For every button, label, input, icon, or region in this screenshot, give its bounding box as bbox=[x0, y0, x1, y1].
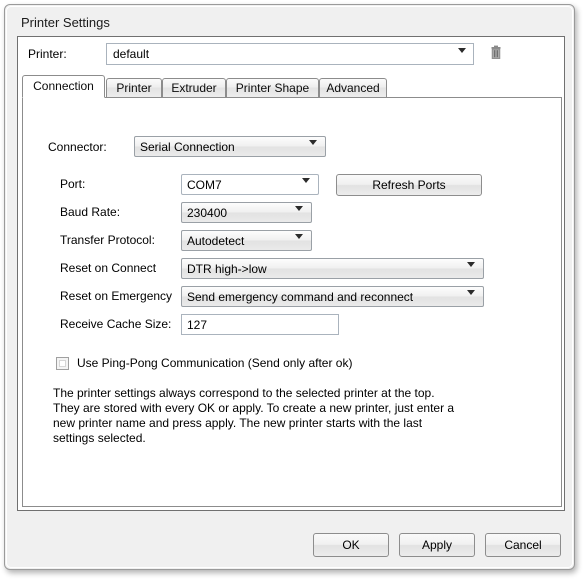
dialog-inner-frame: Printer Settings Printer: default Connec… bbox=[6, 6, 573, 568]
transfer-protocol-combobox[interactable]: Autodetect bbox=[181, 230, 312, 253]
baud-rate-label: Baud Rate: bbox=[60, 205, 121, 219]
refresh-ports-button[interactable]: Refresh Ports bbox=[336, 174, 482, 196]
chevron-down-icon bbox=[309, 140, 317, 159]
printer-combobox[interactable]: default bbox=[106, 43, 474, 67]
connection-tab-panel: Connector: Serial Connection Port: COM7 … bbox=[22, 97, 562, 507]
baud-rate-combobox[interactable]: 230400 bbox=[181, 202, 312, 225]
cancel-button[interactable]: Cancel bbox=[485, 533, 561, 557]
reset-on-emergency-combobox[interactable]: Send emergency command and reconnect bbox=[181, 286, 484, 309]
receive-cache-size-label: Receive Cache Size: bbox=[60, 317, 172, 331]
tab-printer[interactable]: Printer bbox=[106, 78, 162, 97]
tab-advanced[interactable]: Advanced bbox=[319, 78, 387, 97]
printer-selection-row: Printer: default bbox=[18, 37, 566, 73]
port-value: COM7 bbox=[187, 178, 222, 192]
tabstrip: Connection Printer Extruder Printer Shap… bbox=[22, 75, 562, 98]
apply-button[interactable]: Apply bbox=[399, 533, 475, 557]
reset-on-connect-value: DTR high->low bbox=[187, 262, 267, 276]
chevron-down-icon bbox=[302, 178, 310, 197]
dialog-footer: OK Apply Cancel bbox=[17, 517, 565, 565]
printer-label: Printer: bbox=[28, 47, 67, 61]
chevron-down-icon bbox=[467, 262, 475, 281]
dialog-title: Printer Settings bbox=[21, 15, 110, 30]
transfer-protocol-label: Transfer Protocol: bbox=[60, 233, 155, 247]
reset-on-connect-label: Reset on Connect bbox=[60, 261, 157, 275]
chevron-down-icon bbox=[458, 48, 466, 67]
port-label: Port: bbox=[60, 177, 86, 191]
chevron-down-icon bbox=[295, 206, 303, 225]
chevron-down-icon bbox=[295, 234, 303, 253]
connector-combobox[interactable]: Serial Connection bbox=[134, 136, 326, 159]
connector-value: Serial Connection bbox=[140, 140, 235, 154]
tab-printer-shape[interactable]: Printer Shape bbox=[226, 78, 319, 97]
reset-on-emergency-value: Send emergency command and reconnect bbox=[187, 290, 414, 304]
delete-printer-button[interactable] bbox=[484, 43, 508, 65]
ping-pong-checkbox[interactable] bbox=[56, 357, 69, 370]
reset-on-connect-combobox[interactable]: DTR high->low bbox=[181, 258, 484, 281]
receive-cache-size-input[interactable]: 127 bbox=[181, 314, 339, 335]
trash-icon bbox=[491, 45, 501, 59]
receive-cache-size-value: 127 bbox=[187, 318, 208, 332]
tab-connection[interactable]: Connection bbox=[22, 75, 105, 98]
ok-button[interactable]: OK bbox=[313, 533, 389, 557]
ping-pong-label: Use Ping-Pong Communication (Send only a… bbox=[77, 356, 353, 370]
printer-combobox-value: default bbox=[113, 47, 150, 61]
settings-group-panel: Printer: default Connection Printer Extr… bbox=[17, 36, 565, 511]
baud-rate-value: 230400 bbox=[187, 206, 228, 220]
chevron-down-icon bbox=[467, 290, 475, 309]
settings-description-text: The printer settings always correspond t… bbox=[53, 386, 455, 445]
port-combobox[interactable]: COM7 bbox=[181, 174, 319, 197]
printer-settings-dialog: Printer Settings Printer: default Connec… bbox=[4, 4, 575, 570]
connector-label: Connector: bbox=[48, 140, 107, 154]
reset-on-emergency-label: Reset on Emergency bbox=[60, 289, 173, 303]
tab-extruder[interactable]: Extruder bbox=[162, 78, 226, 97]
transfer-protocol-value: Autodetect bbox=[187, 234, 245, 248]
